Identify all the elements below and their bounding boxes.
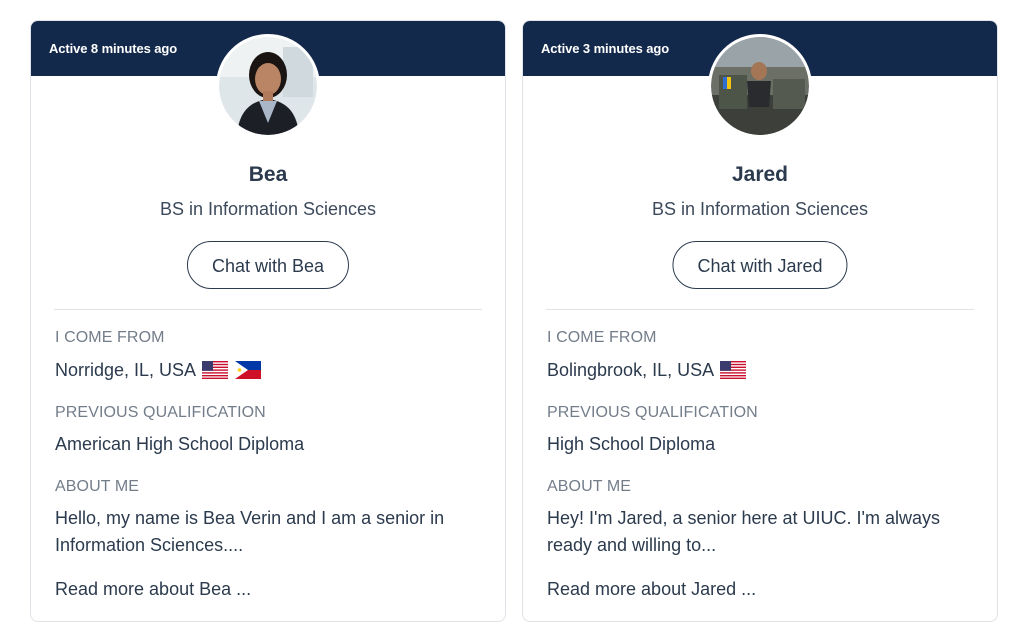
ambassador-card-bea: Active 8 minutes ago Bea BS in Informati… xyxy=(30,20,506,622)
qualification-label: PREVIOUS QUALIFICATION xyxy=(55,404,266,421)
active-status: Active 3 minutes ago xyxy=(541,41,670,56)
divider xyxy=(54,309,482,310)
read-more-link[interactable]: Read more about Jared ... xyxy=(547,579,756,600)
profile-photo xyxy=(711,37,809,135)
avatar xyxy=(216,34,320,138)
philippines-flag-icon xyxy=(235,361,262,379)
ambassador-degree: BS in Information Sciences xyxy=(159,199,377,219)
ambassador-name: Bea xyxy=(248,163,288,186)
about-value: Hello, my name is Bea Verin and I am a s… xyxy=(55,508,445,555)
from-label: I COME FROM xyxy=(55,329,165,346)
from-value-row: Bolingbrook, IL, USA xyxy=(547,357,977,387)
read-more-link[interactable]: Read more about Bea ... xyxy=(55,579,251,600)
qualification-value: High School Diploma xyxy=(547,434,716,454)
from-value-row: Norridge, IL, USA xyxy=(55,357,485,387)
divider xyxy=(546,309,974,310)
avatar xyxy=(708,34,812,138)
qualification-label: PREVIOUS QUALIFICATION xyxy=(547,404,758,421)
us-flag-icon xyxy=(720,361,747,379)
us-flag-icon xyxy=(202,361,229,379)
about-value: Hey! I'm Jared, a senior here at UIUC. I… xyxy=(547,508,941,555)
active-status: Active 8 minutes ago xyxy=(49,41,178,56)
chat-button[interactable]: Chat with Jared xyxy=(672,241,848,289)
about-label: ABOUT ME xyxy=(55,478,140,495)
chat-button[interactable]: Chat with Bea xyxy=(186,241,350,289)
ambassador-card-jared: Active 3 minutes ago Jared BS in Informa… xyxy=(522,20,998,622)
ambassador-name: Jared xyxy=(731,163,789,186)
from-label: I COME FROM xyxy=(547,329,657,346)
qualification-value: American High School Diploma xyxy=(55,434,305,454)
profile-photo xyxy=(219,37,317,135)
from-value: Norridge, IL, USA xyxy=(55,360,196,380)
ambassador-degree: BS in Information Sciences xyxy=(651,199,869,219)
from-value: Bolingbrook, IL, USA xyxy=(547,360,714,380)
about-label: ABOUT ME xyxy=(547,478,632,495)
